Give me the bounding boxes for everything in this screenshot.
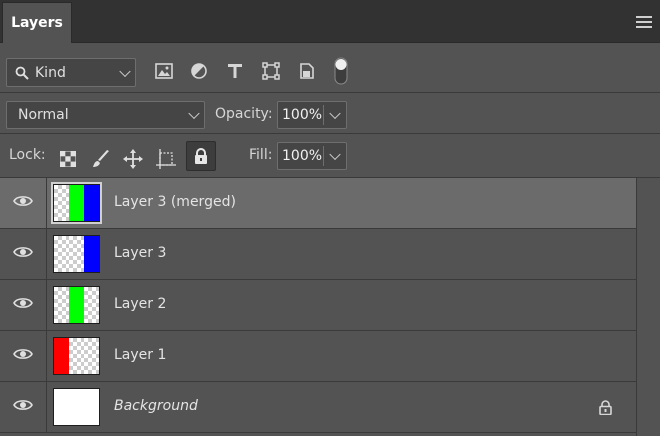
chevron-down-icon[interactable] [329, 148, 341, 161]
opacity-value: 100% [282, 107, 323, 123]
layer-row[interactable]: Layer 3 [0, 229, 636, 280]
fill-label: Fill: [249, 147, 273, 163]
kind-filter-select[interactable]: Kind [6, 58, 136, 87]
layer-row[interactable]: Background [0, 382, 636, 433]
lock-icon [195, 147, 207, 164]
layer-lock-icon[interactable] [599, 400, 612, 419]
visibility-toggle[interactable] [0, 229, 47, 279]
layers-panel: Kind Normal Opacity: 100% Lock: Fill: 10… [0, 43, 660, 436]
layer-row[interactable]: Layer 3 (merged) [0, 178, 636, 229]
adjustment-filter-icon[interactable] [188, 60, 210, 82]
layer-name[interactable]: Layer 1 [114, 347, 166, 363]
kind-filter-label: Kind [35, 64, 66, 81]
panel-menu-icon[interactable] [636, 16, 652, 28]
layer-thumbnail[interactable] [53, 184, 100, 222]
layers-list: Layer 3 (merged) Layer 3 Layer 2 Layer 1 Bac… [0, 178, 636, 436]
blend-mode-select[interactable]: Normal [6, 101, 205, 129]
layer-thumbnail[interactable] [53, 235, 100, 273]
lock-artboard-icon[interactable] [155, 148, 177, 170]
fill-value: 100% [282, 148, 323, 164]
panel-tab-bar: Layers [0, 0, 660, 43]
lock-row: Lock: Fill: 100% [0, 134, 660, 178]
layer-name[interactable]: Layer 2 [114, 296, 166, 312]
smart-object-filter-icon[interactable] [296, 60, 318, 82]
blend-row: Normal Opacity: 100% [0, 93, 660, 134]
lock-transparent-pixels-icon[interactable] [57, 148, 79, 170]
type-filter-icon[interactable] [224, 60, 246, 82]
visibility-toggle[interactable] [0, 280, 47, 330]
lock-image-pixels-icon[interactable] [90, 148, 112, 170]
visibility-toggle[interactable] [0, 382, 47, 432]
eye-icon [13, 296, 33, 314]
layers-scroll-track[interactable] [636, 178, 660, 436]
layer-row[interactable]: Layer 2 [0, 280, 636, 331]
visibility-toggle[interactable] [0, 331, 47, 381]
chevron-down-icon [119, 65, 131, 77]
tab-layers-label: Layers [11, 15, 63, 31]
filter-toggle-icon[interactable] [331, 55, 351, 87]
opacity-label: Opacity: [215, 106, 273, 122]
chevron-down-icon[interactable] [329, 107, 341, 120]
chevron-down-icon [188, 107, 200, 120]
layer-name[interactable]: Background [114, 398, 198, 414]
layer-name[interactable]: Layer 3 [114, 245, 166, 261]
lock-all-button[interactable] [186, 141, 216, 171]
eye-icon [13, 347, 33, 365]
blend-mode-value: Normal [18, 107, 69, 123]
eye-icon [13, 245, 33, 263]
lock-position-icon[interactable] [122, 148, 144, 170]
shape-filter-icon[interactable] [260, 60, 282, 82]
image-filter-icon[interactable] [153, 60, 175, 82]
visibility-toggle[interactable] [0, 178, 47, 228]
fill-input[interactable]: 100% [277, 142, 347, 170]
layer-thumbnail[interactable] [53, 286, 100, 324]
eye-icon [13, 398, 33, 416]
lock-label: Lock: [9, 147, 46, 163]
tab-layers[interactable]: Layers [2, 2, 72, 43]
opacity-input[interactable]: 100% [277, 101, 347, 129]
layer-row[interactable]: Layer 1 [0, 331, 636, 382]
layer-name[interactable]: Layer 3 (merged) [114, 194, 236, 210]
layer-thumbnail[interactable] [53, 337, 100, 375]
filter-row: Kind [0, 43, 660, 93]
eye-icon [13, 194, 33, 212]
layer-thumbnail[interactable] [53, 388, 100, 426]
search-icon [15, 66, 29, 80]
